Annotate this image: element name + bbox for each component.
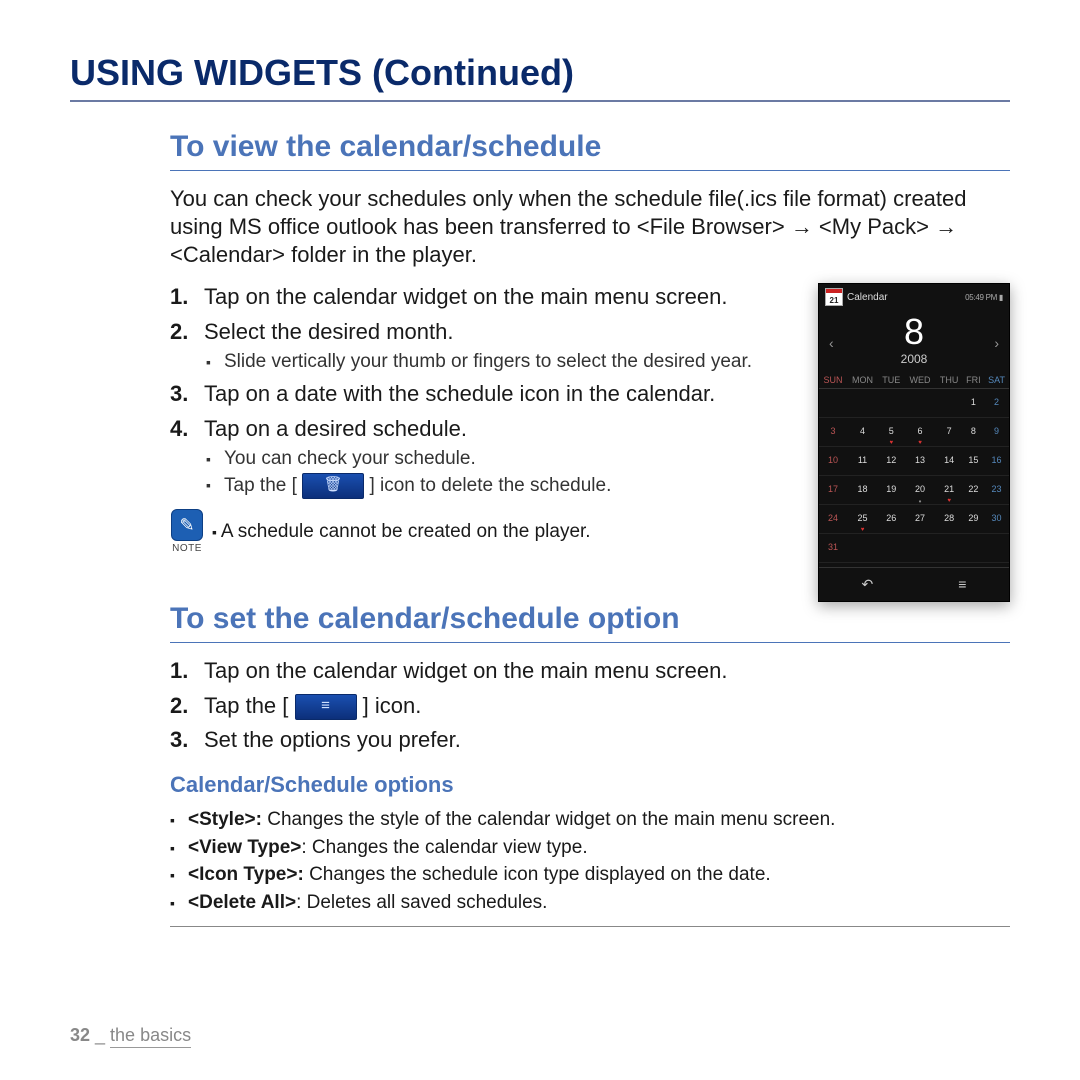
calendar-grid[interactable]: SUNMONTUEWEDTHUFRISAT 123456789101112131… xyxy=(819,372,1009,563)
next-month-icon[interactable]: › xyxy=(994,335,999,351)
calendar-day[interactable]: 29 xyxy=(963,505,984,534)
calendar-day[interactable]: 12 xyxy=(878,447,905,476)
day-header: SAT xyxy=(984,372,1009,389)
step-4: 4.Tap on a desired schedule. You can che… xyxy=(170,415,800,500)
set-step-2: 2. Tap the [ ≡ ] icon. xyxy=(170,692,1010,720)
calendar-day[interactable]: 23 xyxy=(984,476,1009,505)
calendar-day xyxy=(847,534,878,563)
calendar-day[interactable]: 13 xyxy=(905,447,936,476)
calendar-day[interactable]: 3 xyxy=(819,418,847,447)
step-1: 1.Tap on the calendar widget on the main… xyxy=(170,283,800,311)
page-number: 32 xyxy=(70,1025,90,1045)
opt-icontype: <Icon Type>: Changes the schedule icon t… xyxy=(170,861,1010,889)
calendar-day xyxy=(878,389,905,418)
calendar-day[interactable]: 21 xyxy=(935,476,962,505)
calendar-app-label: Calendar xyxy=(847,292,888,303)
calendar-day xyxy=(878,534,905,563)
calendar-day[interactable]: 6 xyxy=(905,418,936,447)
calendar-day[interactable]: 8 xyxy=(963,418,984,447)
calendar-day xyxy=(963,534,984,563)
hamburger-menu-icon: ≡ xyxy=(295,694,357,720)
calendar-day xyxy=(905,389,936,418)
manual-page: USING WIDGETS (Continued) To view the ca… xyxy=(0,0,1080,1080)
step-2-sub: Slide vertically your thumb or fingers t… xyxy=(204,350,800,375)
step-3: 3.Tap on a date with the schedule icon i… xyxy=(170,380,800,408)
status-bar: 05:49 PM ▮ xyxy=(965,293,1003,302)
day-header: TUE xyxy=(878,372,905,389)
calendar-day[interactable]: 25 xyxy=(847,505,878,534)
calendar-day[interactable]: 10 xyxy=(819,447,847,476)
calendar-day xyxy=(905,534,936,563)
step-4-sub2: Tap the [ 🗑 ] icon to delete the schedul… xyxy=(204,473,800,499)
day-header: THU xyxy=(935,372,962,389)
calendar-day[interactable]: 14 xyxy=(935,447,962,476)
set-steps: 1.Tap on the calendar widget on the main… xyxy=(170,657,1010,754)
month-number: 8 xyxy=(834,314,995,350)
step-2: 2.Select the desired month. Slide vertic… xyxy=(170,318,800,375)
opt-deleteall: <Delete All>: Deletes all saved schedule… xyxy=(170,889,1010,917)
set-step-3: 3.Set the options you prefer. xyxy=(170,726,1010,754)
calendar-day[interactable]: 9 xyxy=(984,418,1009,447)
year-number: 2008 xyxy=(834,352,995,366)
calendar-app-icon: 21 xyxy=(825,288,843,306)
calendar-screenshot: 21 Calendar 05:49 PM ▮ ‹ 8 2008 › SUNMON… xyxy=(818,283,1010,602)
page-title: USING WIDGETS (Continued) xyxy=(70,52,1010,102)
calendar-day xyxy=(819,389,847,418)
footer-section: the basics xyxy=(110,1025,191,1048)
section-set-title: To set the calendar/schedule option xyxy=(170,602,1010,643)
set-step-1: 1.Tap on the calendar widget on the main… xyxy=(170,657,1010,685)
calendar-day[interactable]: 28 xyxy=(935,505,962,534)
calendar-day[interactable]: 30 xyxy=(984,505,1009,534)
calendar-day[interactable]: 2 xyxy=(984,389,1009,418)
opt-style: <Style>: Changes the style of the calend… xyxy=(170,806,1010,834)
back-icon[interactable]: ↶ xyxy=(862,576,874,593)
day-header: MON xyxy=(847,372,878,389)
content-row: 1.Tap on the calendar widget on the main… xyxy=(170,283,1010,602)
calendar-day[interactable]: 22 xyxy=(963,476,984,505)
calendar-day[interactable]: 15 xyxy=(963,447,984,476)
trash-icon: 🗑 xyxy=(302,473,364,499)
menu-icon[interactable]: ≡ xyxy=(958,576,966,593)
calendar-day[interactable]: 20 xyxy=(905,476,936,505)
note-row: ✎ NOTE A schedule cannot be created on t… xyxy=(170,509,800,554)
calendar-day[interactable]: 5 xyxy=(878,418,905,447)
options-heading: Calendar/Schedule options xyxy=(170,772,1010,798)
opt-viewtype: <View Type>: Changes the calendar view t… xyxy=(170,834,1010,862)
view-steps: 1.Tap on the calendar widget on the main… xyxy=(170,283,800,499)
calendar-day[interactable]: 27 xyxy=(905,505,936,534)
calendar-day[interactable]: 17 xyxy=(819,476,847,505)
page-footer: 32 _ the basics xyxy=(70,1025,191,1046)
note-text: A schedule cannot be created on the play… xyxy=(212,521,591,543)
calendar-day[interactable]: 1 xyxy=(963,389,984,418)
calendar-day xyxy=(847,389,878,418)
calendar-day[interactable]: 26 xyxy=(878,505,905,534)
calendar-day xyxy=(935,389,962,418)
calendar-day[interactable]: 4 xyxy=(847,418,878,447)
step-4-sub1: You can check your schedule. xyxy=(204,447,800,472)
day-header: SUN xyxy=(819,372,847,389)
note-label: NOTE xyxy=(172,543,202,554)
day-header: FRI xyxy=(963,372,984,389)
options-list: <Style>: Changes the style of the calend… xyxy=(170,806,1010,927)
day-header: WED xyxy=(905,372,936,389)
section-view-title: To view the calendar/schedule xyxy=(170,130,1010,171)
page-body: To view the calendar/schedule You can ch… xyxy=(170,130,1010,927)
section-view-intro: You can check your schedules only when t… xyxy=(170,185,1010,269)
calendar-day[interactable]: 18 xyxy=(847,476,878,505)
calendar-day[interactable]: 7 xyxy=(935,418,962,447)
calendar-day xyxy=(984,534,1009,563)
calendar-day[interactable]: 16 xyxy=(984,447,1009,476)
calendar-day[interactable]: 24 xyxy=(819,505,847,534)
note-icon: ✎ xyxy=(171,509,203,541)
calendar-day[interactable]: 19 xyxy=(878,476,905,505)
calendar-day xyxy=(935,534,962,563)
calendar-day[interactable]: 31 xyxy=(819,534,847,563)
calendar-day[interactable]: 11 xyxy=(847,447,878,476)
